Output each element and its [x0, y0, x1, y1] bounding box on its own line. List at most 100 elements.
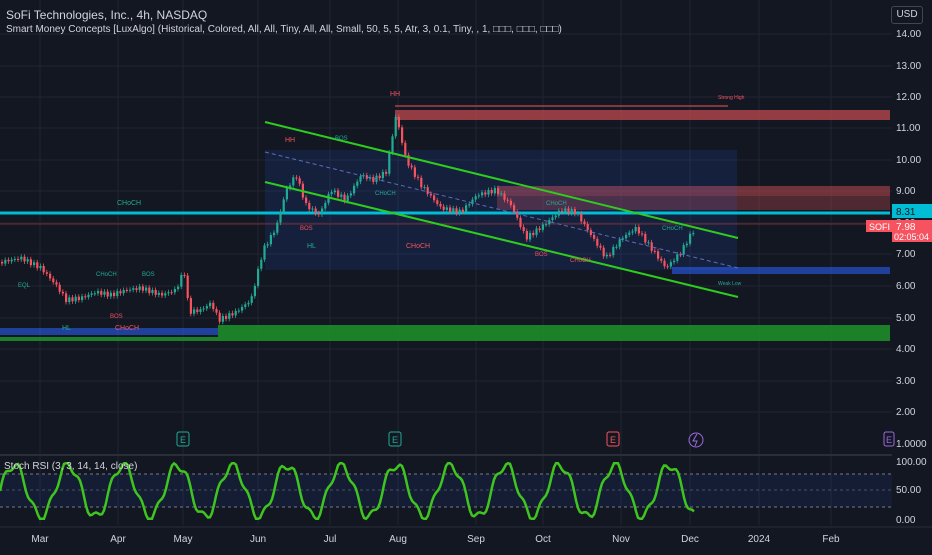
- symbol-legend-title[interactable]: SoFi Technologies, Inc., 4h, NASDAQ: [6, 8, 207, 22]
- candle-body: [151, 289, 154, 294]
- candle-body: [10, 259, 13, 262]
- candle-body: [612, 246, 615, 256]
- candle-body: [218, 312, 221, 322]
- candle-body: [247, 302, 250, 305]
- candle-body: [541, 224, 544, 230]
- candle-body: [129, 289, 132, 291]
- candle-body: [401, 127, 404, 143]
- price-tick: 10.00: [896, 155, 921, 166]
- time-tick: Nov: [612, 534, 630, 545]
- earnings-icon[interactable]: E: [388, 431, 402, 447]
- channel-fill: [265, 150, 737, 270]
- rsi-axis[interactable]: 100.00 50.00 0.00: [896, 457, 927, 526]
- candle-body: [618, 239, 621, 247]
- price-tick: 2.00: [896, 407, 916, 418]
- candle-body: [250, 296, 253, 303]
- candle-body: [417, 176, 420, 178]
- earnings-icon[interactable]: E: [176, 431, 190, 447]
- time-axis[interactable]: Mar Apr May Jun Jul Aug Sep Oct Nov Dec …: [31, 534, 840, 545]
- price-tick: 6.00: [896, 281, 916, 292]
- candle-body: [484, 192, 487, 195]
- indicator-legend[interactable]: Smart Money Concepts [LuxAlgo] (Historic…: [6, 24, 562, 35]
- price-tick: 11.00: [896, 123, 921, 134]
- chart-canvas[interactable]: HH HH HL HL CHoCH CHoCH CHoCH CHoCH CHoC…: [0, 0, 932, 550]
- candle-body: [465, 205, 468, 212]
- candle-body: [321, 208, 324, 215]
- time-tick: Feb: [822, 534, 840, 545]
- candle-body: [513, 205, 516, 212]
- candle-body: [135, 288, 138, 290]
- candle-body: [385, 171, 388, 174]
- candle-body: [573, 209, 576, 214]
- candle-body: [500, 193, 503, 195]
- candle-body: [689, 233, 692, 244]
- candle-body: [423, 187, 426, 189]
- candle-body: [609, 254, 612, 256]
- price-tick: 3.00: [896, 376, 916, 387]
- candle-body: [49, 273, 52, 279]
- candle-body: [141, 286, 144, 291]
- candle-body: [36, 262, 39, 269]
- candle-body: [567, 208, 570, 214]
- candle-body: [279, 211, 282, 223]
- candle-body: [157, 292, 160, 295]
- candle-body: [225, 316, 228, 319]
- currency-button[interactable]: USD: [891, 6, 923, 24]
- candle-body: [519, 217, 522, 227]
- candle-body: [673, 260, 676, 263]
- candle-body: [394, 116, 397, 137]
- candle-body: [381, 171, 384, 179]
- candle-body: [554, 215, 557, 218]
- candle-body: [340, 194, 343, 197]
- candle-body: [97, 291, 100, 294]
- earnings-icon[interactable]: E: [606, 431, 620, 447]
- candle-body: [209, 302, 212, 307]
- svg-text:E: E: [886, 435, 892, 445]
- candle-body: [4, 259, 7, 264]
- time-tick: May: [174, 534, 193, 545]
- candle-body: [538, 228, 541, 230]
- candle-body: [439, 203, 442, 207]
- price-tick: 14.00: [896, 29, 921, 40]
- rsi-legend[interactable]: Stoch RSI (3, 3, 14, 14, close): [4, 461, 137, 472]
- candle-body: [650, 242, 653, 251]
- candle-body: [282, 199, 285, 212]
- earnings-markers[interactable]: E E E E: [176, 431, 895, 448]
- candle-body: [637, 226, 640, 234]
- chart-root[interactable]: HH HH HL HL CHoCH CHoCH CHoCH CHoCH CHoC…: [0, 0, 932, 550]
- time-tick: Dec: [681, 534, 699, 545]
- candle-body: [58, 284, 61, 292]
- candle-body: [458, 209, 461, 214]
- candle-body: [426, 187, 429, 194]
- candle-body: [532, 232, 535, 235]
- label-bos-a: BOS: [142, 272, 155, 278]
- price-tick: 9.00: [896, 186, 916, 197]
- candle-body: [71, 297, 74, 302]
- candle-body: [228, 313, 231, 319]
- candle-body: [109, 292, 112, 297]
- candle-body: [474, 196, 477, 200]
- split-icon[interactable]: [688, 432, 704, 448]
- candle-body: [263, 245, 266, 260]
- candle-body: [308, 202, 311, 210]
- candle-body: [349, 193, 352, 196]
- candle-body: [276, 222, 279, 233]
- demand-zone-green: [218, 325, 890, 337]
- label-hl-left: HL: [62, 325, 71, 332]
- candle-body: [196, 309, 199, 312]
- candle-body: [343, 194, 346, 201]
- candle-body: [173, 289, 176, 293]
- candle-body: [269, 235, 272, 245]
- candle-body: [186, 275, 189, 299]
- candle-body: [42, 265, 45, 273]
- candle-body: [388, 152, 391, 174]
- time-tick: Aug: [389, 534, 407, 545]
- candle-body: [516, 211, 519, 218]
- candle-body: [305, 197, 308, 203]
- candle-body: [471, 199, 474, 205]
- candle-body: [647, 242, 650, 244]
- earnings-icon[interactable]: E: [883, 431, 895, 447]
- candle-body: [676, 254, 679, 261]
- time-tick: Oct: [535, 534, 551, 545]
- candle-body: [641, 233, 644, 235]
